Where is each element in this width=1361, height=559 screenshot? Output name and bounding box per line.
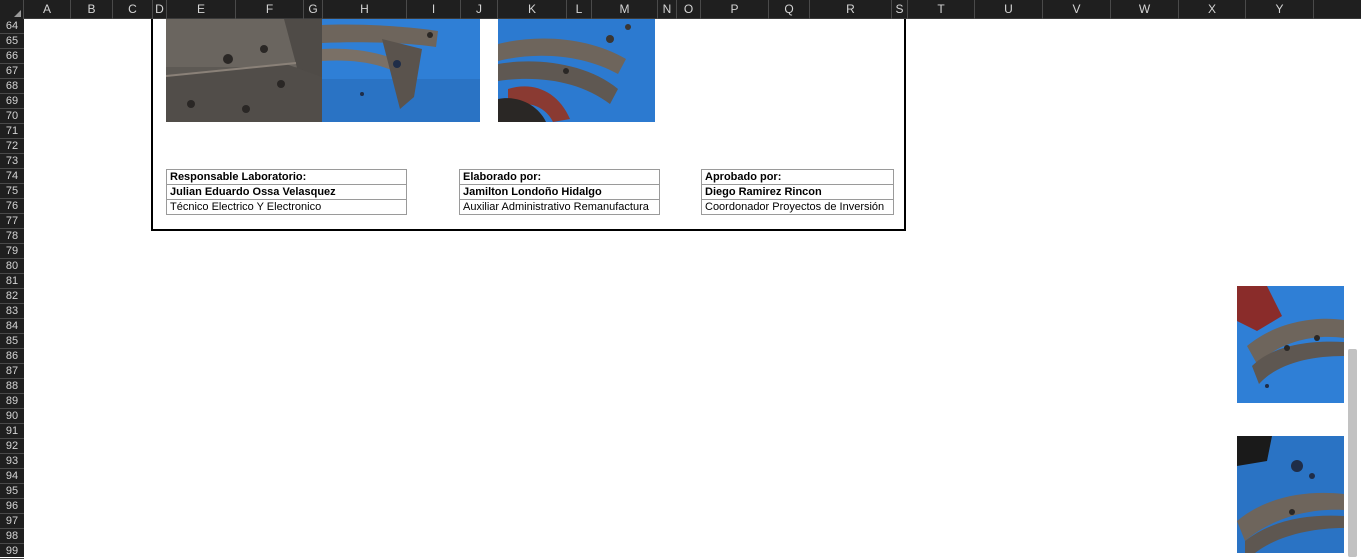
row-header[interactable]: 84 (0, 319, 24, 334)
column-header-y[interactable]: Y (1246, 0, 1314, 19)
column-header-bar: A B C D E F G H I J K L M N O P Q R S T … (0, 0, 1361, 19)
signature-role[interactable]: Aprobado por: (701, 169, 894, 185)
brake-shoe-photo-2[interactable] (322, 19, 480, 122)
column-header-r[interactable]: R (810, 0, 892, 19)
column-header-g[interactable]: G (304, 0, 323, 19)
column-header-d[interactable]: D (153, 0, 167, 19)
row-header[interactable]: 81 (0, 274, 24, 289)
vertical-scrollbar[interactable] (1344, 19, 1361, 557)
row-header[interactable]: 64 (0, 19, 24, 34)
scrollbar-thumb[interactable] (1348, 349, 1357, 557)
row-header[interactable]: 66 (0, 49, 24, 64)
column-header-o[interactable]: O (677, 0, 701, 19)
row-header[interactable]: 67 (0, 64, 24, 79)
column-header-u[interactable]: U (975, 0, 1043, 19)
signature-role[interactable]: Elaborado por: (459, 169, 660, 185)
signature-title[interactable]: Coordonador Proyectos de Inversión (701, 199, 894, 215)
row-header[interactable]: 89 (0, 394, 24, 409)
row-header[interactable]: 90 (0, 409, 24, 424)
column-header-f[interactable]: F (236, 0, 304, 19)
row-header[interactable]: 80 (0, 259, 24, 274)
row-header[interactable]: 95 (0, 484, 24, 499)
signature-name[interactable]: Julian Eduardo Ossa Velasquez (166, 184, 407, 200)
row-header[interactable]: 78 (0, 229, 24, 244)
column-header-c[interactable]: C (113, 0, 153, 19)
row-header[interactable]: 72 (0, 139, 24, 154)
signature-table-elaborado: Elaborado por: Jamilton Londoño Hidalgo … (459, 169, 660, 215)
column-header-a[interactable]: A (24, 0, 71, 19)
row-header[interactable]: 79 (0, 244, 24, 259)
row-header[interactable]: 65 (0, 34, 24, 49)
column-header-p[interactable]: P (701, 0, 769, 19)
row-header[interactable]: 94 (0, 469, 24, 484)
row-header[interactable]: 87 (0, 364, 24, 379)
row-header[interactable]: 74 (0, 169, 24, 184)
row-header[interactable]: 93 (0, 454, 24, 469)
column-header-s[interactable]: S (892, 0, 908, 19)
column-header-j[interactable]: J (461, 0, 498, 19)
column-header-v[interactable]: V (1043, 0, 1111, 19)
brake-shoe-photo-5[interactable] (1237, 436, 1344, 553)
signature-name[interactable]: Diego Ramirez Rincon (701, 184, 894, 200)
select-all-triangle-icon (14, 10, 21, 17)
select-all-corner[interactable] (0, 0, 24, 19)
row-header[interactable]: 71 (0, 124, 24, 139)
row-header[interactable]: 82 (0, 289, 24, 304)
brake-shoe-photo-3[interactable] (498, 19, 655, 122)
row-header[interactable]: 68 (0, 79, 24, 94)
row-header[interactable]: 86 (0, 349, 24, 364)
column-header-x[interactable]: X (1179, 0, 1246, 19)
column-header-h[interactable]: H (323, 0, 407, 19)
signature-table-lab: Responsable Laboratorio: Julian Eduardo … (166, 169, 407, 215)
row-header[interactable]: 73 (0, 154, 24, 169)
column-header-l[interactable]: L (567, 0, 592, 19)
row-header[interactable]: 88 (0, 379, 24, 394)
row-header[interactable]: 70 (0, 109, 24, 124)
signature-title[interactable]: Técnico Electrico Y Electronico (166, 199, 407, 215)
row-header-bar: 64 65 66 67 68 69 70 71 72 73 74 75 76 7… (0, 19, 24, 559)
row-header[interactable]: 75 (0, 184, 24, 199)
column-header-t[interactable]: T (908, 0, 975, 19)
column-header-q[interactable]: Q (769, 0, 810, 19)
column-header-k[interactable]: K (498, 0, 567, 19)
column-header-b[interactable]: B (71, 0, 113, 19)
column-header-i[interactable]: I (407, 0, 461, 19)
column-header-w[interactable]: W (1111, 0, 1179, 19)
row-header[interactable]: 77 (0, 214, 24, 229)
row-header[interactable]: 97 (0, 514, 24, 529)
row-header[interactable]: 96 (0, 499, 24, 514)
brake-shoe-photo-1[interactable] (166, 19, 322, 122)
signature-title[interactable]: Auxiliar Administrativo Remanufactura (459, 199, 660, 215)
row-header[interactable]: 76 (0, 199, 24, 214)
column-header-e[interactable]: E (167, 0, 236, 19)
row-header[interactable]: 83 (0, 304, 24, 319)
column-header-n[interactable]: N (658, 0, 677, 19)
brake-shoe-photo-4[interactable] (1237, 286, 1344, 403)
signature-role[interactable]: Responsable Laboratorio: (166, 169, 407, 185)
row-header[interactable]: 91 (0, 424, 24, 439)
row-header[interactable]: 92 (0, 439, 24, 454)
row-header[interactable]: 98 (0, 529, 24, 544)
row-header[interactable]: 85 (0, 334, 24, 349)
signature-table-aprobado: Aprobado por: Diego Ramirez Rincon Coord… (701, 169, 894, 215)
column-header-m[interactable]: M (592, 0, 658, 19)
signature-name[interactable]: Jamilton Londoño Hidalgo (459, 184, 660, 200)
row-header[interactable]: 69 (0, 94, 24, 109)
